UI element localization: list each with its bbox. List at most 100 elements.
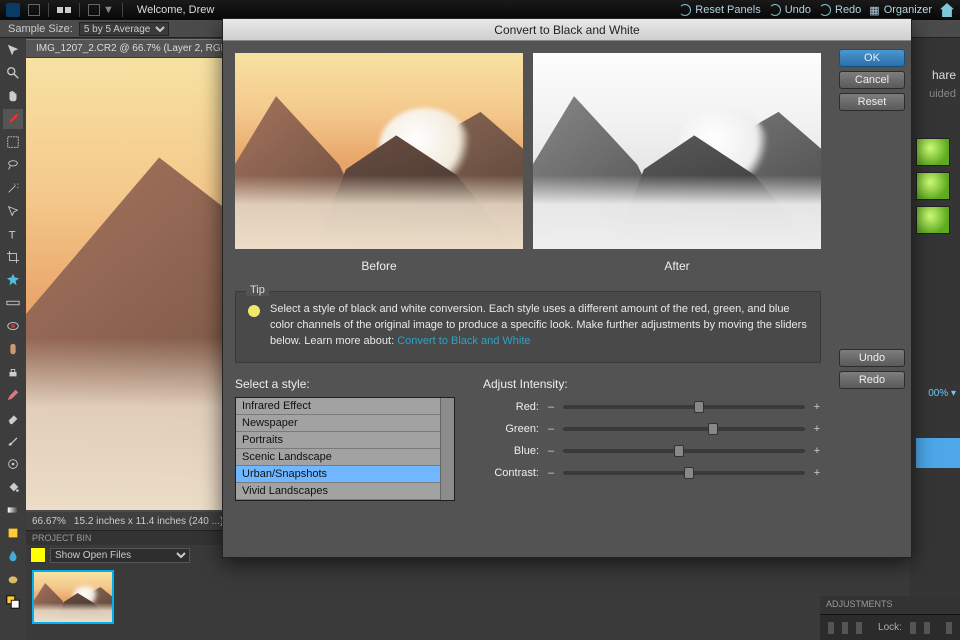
dialog-undo-button[interactable]: Undo — [839, 349, 905, 367]
eyedropper-tool[interactable] — [3, 109, 23, 129]
red-label: Red: — [483, 401, 539, 413]
arrange-docs-icon[interactable] — [57, 7, 71, 13]
cancel-button[interactable]: Cancel — [839, 71, 905, 89]
tip-legend: Tip — [246, 284, 269, 296]
sponge-tool[interactable] — [3, 569, 23, 589]
style-item[interactable]: Infrared Effect — [236, 398, 440, 415]
sample-size-label: Sample Size: — [8, 23, 73, 35]
redo-icon — [819, 4, 831, 16]
application-menubar: ▼ Welcome, Drew Reset Panels Undo Redo ▦… — [0, 0, 960, 20]
quick-selection-tool[interactable] — [3, 201, 23, 221]
project-bin-thumbnail[interactable] — [32, 570, 114, 624]
lock-label: Lock: — [878, 622, 902, 633]
plus-icon: + — [813, 445, 821, 457]
plus-icon: + — [813, 401, 821, 413]
share-tab-partial[interactable]: hare — [932, 68, 956, 82]
style-list[interactable]: Infrared Effect Newspaper Portraits Scen… — [235, 397, 455, 501]
lightbulb-icon — [248, 305, 260, 317]
minus-icon: – — [547, 401, 555, 413]
zoom-level[interactable]: 66.67% — [32, 516, 66, 527]
effect-thumb[interactable] — [916, 172, 950, 200]
intensity-label: Adjust Intensity: — [483, 377, 821, 391]
sample-size-select[interactable]: 5 by 5 Average — [79, 22, 169, 36]
opacity-value-partial[interactable]: 00% ▾ — [928, 388, 956, 399]
style-item[interactable]: Newspaper — [236, 415, 440, 432]
tip-text: Select a style of black and white conver… — [270, 302, 808, 350]
after-preview: After — [533, 53, 821, 273]
magic-wand-tool[interactable] — [3, 178, 23, 198]
marquee-tool[interactable] — [3, 132, 23, 152]
healing-brush-tool[interactable] — [3, 339, 23, 359]
effect-thumb[interactable] — [916, 206, 950, 234]
brush-tool[interactable] — [3, 431, 23, 451]
blue-label: Blue: — [483, 445, 539, 457]
reset-button[interactable]: Reset — [839, 93, 905, 111]
crop-tool[interactable] — [3, 247, 23, 267]
green-label: Green: — [483, 423, 539, 435]
home-icon[interactable] — [940, 3, 954, 17]
lock-all-icon[interactable] — [924, 622, 930, 634]
lock-transparency-icon[interactable] — [910, 622, 916, 634]
style-item[interactable]: Vivid Landscapes — [236, 483, 440, 500]
red-slider[interactable] — [563, 405, 805, 409]
effect-thumb[interactable] — [916, 138, 950, 166]
green-slider[interactable] — [563, 427, 805, 431]
undo-icon — [769, 4, 781, 16]
style-item[interactable]: Urban/Snapshots — [236, 466, 440, 483]
adjustments-panel-header[interactable]: ADJUSTMENTS — [820, 596, 960, 614]
undo-button[interactable]: Undo — [769, 4, 811, 16]
organizer-button[interactable]: ▦Organizer — [869, 4, 932, 17]
straighten-tool[interactable] — [3, 293, 23, 313]
swatch-icon[interactable] — [30, 547, 46, 563]
style-item[interactable]: Portraits — [236, 432, 440, 449]
style-label: Select a style: — [235, 377, 455, 391]
eraser-tool[interactable] — [3, 408, 23, 428]
style-item[interactable]: Scenic Landscape — [236, 449, 440, 466]
clone-stamp-tool[interactable] — [3, 362, 23, 382]
ok-button[interactable]: OK — [839, 49, 905, 67]
smart-brush-tool[interactable] — [3, 454, 23, 474]
project-bin-filter[interactable]: Show Open Files — [50, 548, 190, 563]
before-label: Before — [235, 259, 523, 273]
type-tool[interactable]: T — [3, 224, 23, 244]
contrast-slider[interactable] — [563, 471, 805, 475]
tip-link[interactable]: Convert to Black and White — [397, 335, 530, 347]
redeye-tool[interactable] — [3, 316, 23, 336]
blue-slider[interactable] — [563, 449, 805, 453]
paint-bucket-tool[interactable] — [3, 477, 23, 497]
delete-layer-icon[interactable] — [946, 622, 952, 634]
gradient-tool[interactable] — [3, 500, 23, 520]
reset-panels-button[interactable]: Reset Panels — [679, 4, 760, 16]
screen-mode-dropdown[interactable]: ▼ — [88, 4, 114, 16]
panels-dock: hare uided 00% ▾ — [910, 38, 960, 640]
layers-panel-footer: Lock: — [820, 614, 960, 640]
plus-icon: + — [813, 423, 821, 435]
move-tool[interactable] — [3, 40, 23, 60]
layer-group-icon[interactable] — [842, 622, 848, 634]
welcome-text: Welcome, Drew — [137, 4, 214, 16]
shape-tool[interactable] — [3, 523, 23, 543]
hand-tool[interactable] — [3, 86, 23, 106]
style-list-scrollbar[interactable] — [440, 398, 454, 500]
document-dimensions: 15.2 inches x 11.4 inches (240 ...) — [74, 516, 223, 527]
pencil-tool[interactable] — [3, 385, 23, 405]
dialog-redo-button[interactable]: Redo — [839, 371, 905, 389]
minus-icon: – — [547, 423, 555, 435]
dialog-title: Convert to Black and White — [223, 19, 911, 41]
foreground-background-colors[interactable] — [3, 592, 23, 612]
new-layer-icon[interactable] — [828, 622, 834, 634]
screen-mode-icon — [88, 4, 100, 16]
selected-layer-partial[interactable] — [916, 438, 960, 468]
window-layout-icon[interactable] — [28, 4, 40, 16]
app-logo-icon — [6, 3, 20, 17]
effects-thumbnails — [916, 138, 954, 240]
minus-icon: – — [547, 445, 555, 457]
adjustment-layer-icon[interactable] — [856, 622, 862, 634]
blur-tool[interactable] — [3, 546, 23, 566]
guided-tab-partial[interactable]: uided — [929, 88, 956, 100]
minus-icon: – — [547, 467, 555, 479]
lasso-tool[interactable] — [3, 155, 23, 175]
zoom-tool[interactable] — [3, 63, 23, 83]
cookie-cutter-tool[interactable] — [3, 270, 23, 290]
redo-button[interactable]: Redo — [819, 4, 861, 16]
